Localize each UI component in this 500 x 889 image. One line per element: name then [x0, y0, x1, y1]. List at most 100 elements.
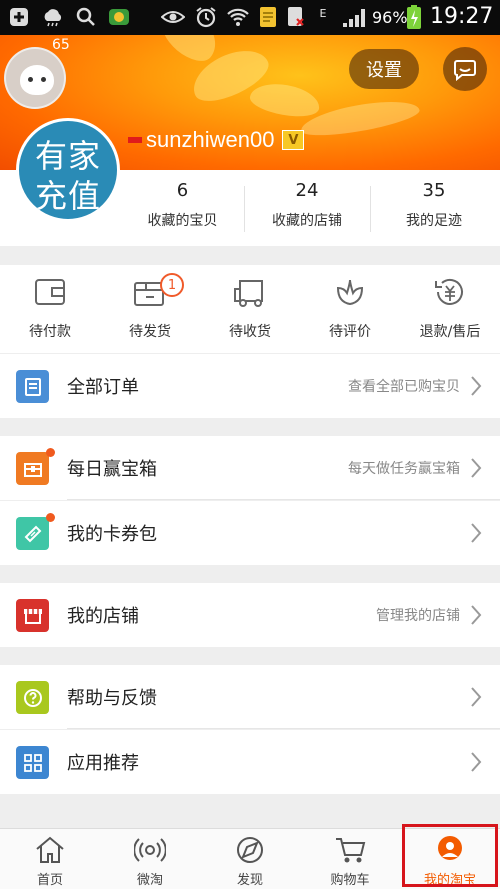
refund-icon [435, 278, 463, 305]
message-button[interactable] [443, 47, 487, 91]
my-shop-row[interactable]: 我的店铺 管理我的店铺 [0, 583, 500, 647]
row-title: 帮助与反馈 [67, 688, 157, 709]
order-pending-payment[interactable]: 待付款 [0, 265, 100, 353]
nav-label: 购物车 [330, 873, 370, 888]
stat-label: 收藏的宝贝 [147, 213, 218, 229]
order-pending-review[interactable]: 待评价 [300, 265, 400, 353]
row-title: 我的卡券包 [67, 524, 157, 545]
coupon-icon [16, 517, 49, 550]
order-label: 待收货 [229, 324, 271, 340]
chevron-right-icon [471, 523, 482, 543]
order-pending-shipment[interactable]: 1 待发货 [100, 265, 200, 353]
signal-icon [340, 6, 368, 28]
row-title: 应用推荐 [67, 753, 139, 774]
wallet-icon [35, 279, 65, 305]
vip-badge: V [282, 130, 305, 150]
stat-footprints[interactable]: 35 我的足迹 [374, 170, 494, 246]
order-label: 待发货 [129, 324, 171, 340]
chevron-right-icon [471, 752, 482, 772]
document-icon [258, 6, 278, 28]
background-petal [247, 79, 323, 121]
stat-favorite-shops[interactable]: 24 收藏的店铺 [248, 170, 366, 246]
clock-time: 19:27 [430, 4, 494, 29]
eye-icon [160, 6, 186, 28]
chevron-right-icon [471, 687, 482, 707]
divider [67, 499, 500, 500]
row-subtitle: 管理我的店铺 [376, 608, 460, 624]
all-orders-row[interactable]: 全部订单 查看全部已购宝贝 [0, 354, 500, 418]
settings-button[interactable]: 设置 [349, 49, 419, 89]
chevron-right-icon [471, 458, 482, 478]
notification-dot [46, 448, 55, 457]
search-icon [76, 6, 96, 28]
shipment-count-badge: 1 [160, 273, 184, 297]
avatar-count: 65 [52, 37, 70, 53]
broadcast-icon [134, 838, 166, 862]
coupon-wallet-row[interactable]: 我的卡券包 [0, 501, 500, 565]
wifi-icon [226, 6, 250, 28]
username-row[interactable]: sunzhiwen00 V [128, 125, 305, 155]
home-icon [36, 836, 64, 863]
discover-icon [237, 837, 263, 863]
row-title: 每日赢宝箱 [67, 459, 157, 480]
annotation-highlight-box [402, 824, 498, 887]
nav-weitao[interactable]: 微淘 [100, 829, 200, 889]
nav-cart[interactable]: 购物车 [300, 829, 400, 889]
orders-list-icon [16, 370, 49, 403]
order-status-bar: 待付款 1 待发货 待收货 待评价 退款/售后 [0, 265, 500, 353]
mascot-face [20, 65, 54, 95]
app-notification-icon [106, 6, 132, 28]
order-pending-receipt[interactable]: 待收货 [200, 265, 300, 353]
order-label: 退款/售后 [419, 324, 481, 340]
message-icon [454, 60, 476, 81]
taobao-mascot-avatar[interactable] [4, 47, 66, 109]
profile-picture-text-line2: 充值 [34, 177, 101, 215]
username: sunzhiwen00 [146, 127, 275, 152]
nav-label: 发现 [236, 873, 263, 888]
notification-dot [46, 513, 55, 522]
stat-label: 收藏的店铺 [272, 213, 342, 229]
divider [67, 728, 500, 729]
chevron-right-icon [471, 605, 482, 625]
order-label: 待付款 [29, 324, 71, 340]
flower-icon [336, 279, 364, 306]
row-title: 全部订单 [67, 377, 139, 398]
stat-label: 我的足迹 [406, 213, 462, 229]
mascot-eye [41, 77, 46, 82]
divider [244, 186, 245, 232]
truck-icon [234, 280, 263, 307]
status-bar: E 96% 19:27 [0, 0, 500, 35]
row-title: 我的店铺 [67, 606, 139, 627]
stat-value: 6 [176, 180, 189, 201]
order-label: 待评价 [329, 324, 371, 340]
chevron-right-icon [471, 376, 482, 396]
treasure-box-icon [16, 452, 49, 485]
battery-percent: 96% [372, 8, 408, 27]
nav-label: 首页 [36, 873, 63, 888]
row-subtitle: 查看全部已购宝贝 [348, 379, 460, 395]
shop-icon [16, 599, 49, 632]
divider [370, 186, 371, 232]
cart-icon [336, 838, 366, 863]
daily-treasure-box-row[interactable]: 每日赢宝箱 每天做任务赢宝箱 [0, 436, 500, 500]
nav-discover[interactable]: 发现 [200, 829, 300, 889]
stat-value: 24 [295, 180, 319, 201]
network-type-label: E [319, 6, 327, 20]
order-refund-aftersale[interactable]: 退款/售后 [400, 265, 500, 353]
profile-picture[interactable]: 有家 充值 [16, 118, 120, 222]
stat-favorite-items[interactable]: 6 收藏的宝贝 [125, 170, 240, 246]
apps-grid-icon [16, 746, 49, 779]
username-mark [128, 137, 142, 143]
battery-charging-icon [406, 5, 422, 29]
nav-label: 微淘 [136, 873, 163, 888]
app-recommendations-row[interactable]: 应用推荐 [0, 730, 500, 794]
file-error-icon [286, 6, 306, 28]
add-notification-icon [8, 6, 30, 28]
alarm-icon [194, 6, 218, 28]
stat-value: 35 [422, 180, 446, 201]
mascot-eye [28, 77, 33, 82]
help-feedback-row[interactable]: 帮助与反馈 [0, 665, 500, 729]
help-icon [16, 681, 49, 714]
nav-home[interactable]: 首页 [0, 829, 100, 889]
weather-icon [40, 6, 66, 28]
